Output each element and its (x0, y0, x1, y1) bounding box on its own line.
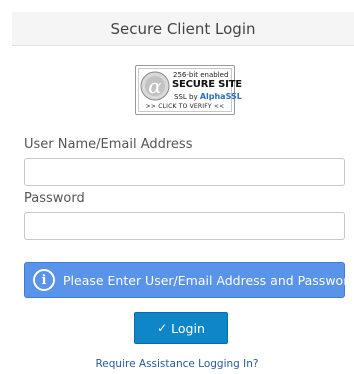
login-button[interactable]: ✓ Login (134, 312, 228, 344)
ssl-seal-brand: AlphaSSL (199, 92, 242, 101)
alert-message: Please Enter User/Email Address and Pass… (63, 272, 354, 288)
ssl-seal-prefix: SSL by (174, 93, 200, 101)
ssl-secure-site-seal[interactable]: α 256-bit enabled SECURE SITE SSL by Alp… (135, 65, 242, 115)
checkmark-icon: ✓ (157, 321, 168, 335)
assistance-link[interactable]: Require Assistance Logging In? (0, 358, 354, 370)
password-label: Password (24, 191, 85, 206)
ssl-seal-line2: SECURE SITE (172, 79, 242, 90)
ssl-seal-line1: 256-bit enabled (173, 71, 229, 79)
alphassl-logo-icon: α (140, 71, 170, 101)
info-icon: i (33, 269, 55, 291)
ssl-seal-verify-text: >> CLICK TO VERIFY << (145, 103, 225, 110)
login-button-label: Login (171, 320, 205, 336)
ssl-seal-line3: SSL by AlphaSSL (174, 92, 242, 101)
svg-text:α: α (148, 74, 162, 98)
info-alert: i Please Enter User/Email Address and Pa… (24, 262, 354, 298)
password-input[interactable] (24, 212, 345, 240)
page-title: Secure Client Login (110, 19, 256, 38)
username-label: User Name/Email Address (24, 137, 193, 152)
username-input[interactable] (24, 158, 345, 186)
login-header: Secure Client Login (12, 12, 354, 46)
